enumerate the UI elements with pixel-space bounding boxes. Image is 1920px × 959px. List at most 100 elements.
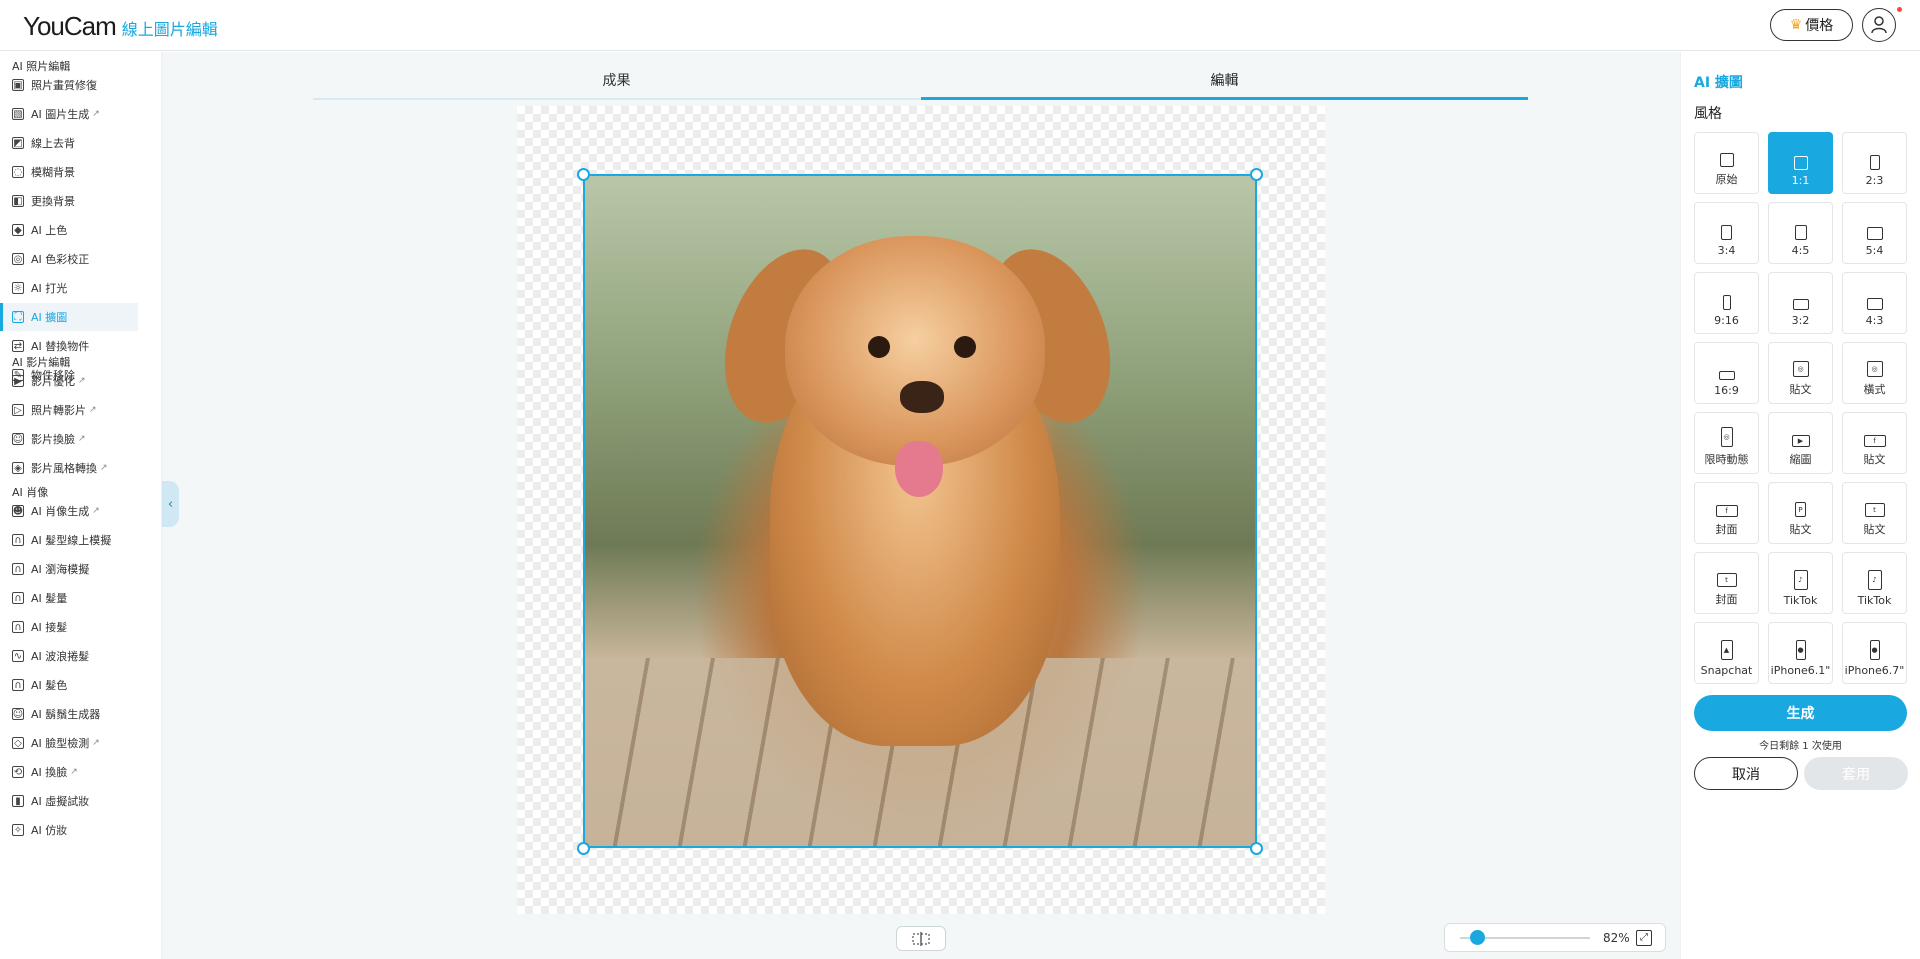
aspect-option[interactable]: t 封面 <box>1694 552 1759 614</box>
aspect-option[interactable]: f 貼文 <box>1842 412 1907 474</box>
aspect-option[interactable]: 2:3 <box>1842 132 1907 194</box>
aspect-option[interactable]: ♪ TikTok <box>1768 552 1833 614</box>
aspect-option[interactable]: ▲ Snapchat <box>1694 622 1759 684</box>
compare-button[interactable] <box>896 926 946 951</box>
sidebar-item[interactable]: ✧ AI 仿妝 <box>0 816 138 844</box>
youtube-icon: ▶ <box>1791 435 1810 447</box>
sidebar-item[interactable]: ◎ AI 色彩校正 <box>0 245 138 273</box>
sidebar-item[interactable]: ∿ AI 波浪捲髮 <box>0 642 138 670</box>
aspect-option-label: 貼文 <box>1789 523 1812 536</box>
aspect-shape-icon <box>1719 153 1734 167</box>
aspect-option-label: 橫式 <box>1863 383 1886 396</box>
sidebar-item[interactable]: ◈ 影片風格轉換 ↗ <box>0 454 138 482</box>
aspect-option[interactable]: 1:1 <box>1768 132 1833 194</box>
ai-image-icon: ▧ <box>12 108 24 120</box>
sidebar-item-label: AI 接髮 <box>31 621 68 634</box>
aspect-option[interactable]: 原始 <box>1694 132 1759 194</box>
collapse-sidebar-button[interactable]: ‹ <box>162 481 179 527</box>
logo-text: YouCam <box>23 11 117 41</box>
sidebar-item[interactable]: ∩ AI 接髮 <box>0 613 138 641</box>
sidebar-item-label: AI 臉型檢測 <box>31 737 90 750</box>
pricing-button[interactable]: ♛ 價格 <box>1770 9 1853 41</box>
sidebar-item[interactable]: ◇ AI 臉型檢測 ↗ <box>0 729 138 757</box>
aspect-option[interactable]: 5:4 <box>1842 202 1907 264</box>
video-style-icon: ◈ <box>12 462 24 474</box>
sidebar-item[interactable]: ◌ 模糊背景 <box>0 158 138 186</box>
aspect-option[interactable]: ● iPhone6.7" <box>1842 622 1907 684</box>
aspect-option[interactable]: 9:16 <box>1694 272 1759 334</box>
sidebar-item[interactable]: ∩ AI 瀏海模擬 <box>0 555 138 583</box>
generate-button[interactable]: 生成 <box>1694 695 1907 731</box>
sidebar-item[interactable]: ☻ AI 肖像生成 ↗ <box>0 497 138 525</box>
aspect-option-label: Snapchat <box>1700 664 1753 677</box>
aspect-option-label: 4:5 <box>1791 244 1810 257</box>
aspect-option[interactable]: 16:9 <box>1694 342 1759 404</box>
sidebar-item-label: AI 髮型線上模擬 <box>31 534 112 547</box>
sidebar-item[interactable]: ☺ AI 鬍鬚生成器 <box>0 700 138 728</box>
aspect-option[interactable]: 3:2 <box>1768 272 1833 334</box>
sidebar-item[interactable]: ▷ 照片轉影片 ↗ <box>0 396 138 424</box>
twitter-icon: t <box>1864 503 1885 517</box>
sidebar-item-label: 模糊背景 <box>31 166 75 179</box>
aspect-option[interactable]: 4:3 <box>1842 272 1907 334</box>
aspect-option[interactable]: 4:5 <box>1768 202 1833 264</box>
sidebar-item[interactable]: ☼ AI 打光 <box>0 274 138 302</box>
aspect-option[interactable]: ◎ 限時動態 <box>1694 412 1759 474</box>
sidebar-item[interactable]: ⟲ AI 換臉 ↗ <box>0 758 138 786</box>
zoom-slider-knob[interactable] <box>1470 930 1485 945</box>
resize-handle-bottom-left[interactable] <box>577 842 590 855</box>
apple-icon: ● <box>1869 640 1880 660</box>
aspect-option[interactable]: ● iPhone6.1" <box>1768 622 1833 684</box>
sidebar-item[interactable]: ☺ 影片換臉 ↗ <box>0 425 138 453</box>
sidebar-item[interactable]: ▶ 影片優化 ↗ <box>0 367 138 395</box>
tab-result[interactable]: 成果 <box>313 62 920 100</box>
sidebar-item-label: AI 打光 <box>31 282 68 295</box>
aspect-shape-icon <box>1721 225 1732 240</box>
sidebar-item[interactable]: ▧ AI 圖片生成 ↗ <box>0 100 138 128</box>
aspect-option[interactable]: t 貼文 <box>1842 482 1907 544</box>
cancel-button[interactable]: 取消 <box>1694 757 1798 790</box>
crown-icon: ♛ <box>1789 17 1803 33</box>
sidebar-item[interactable]: ◧ 更換背景 <box>0 187 138 215</box>
pricing-label: 價格 <box>1805 18 1834 34</box>
aspect-option[interactable]: ◎ 貼文 <box>1768 342 1833 404</box>
sidebar-item[interactable]: ▣ 照片畫質修復 <box>0 71 138 99</box>
sidebar-item[interactable]: ◆ AI 上色 <box>0 216 138 244</box>
account-button[interactable] <box>1862 8 1896 42</box>
tiktok-icon: ♪ <box>1793 570 1808 590</box>
sidebar-item[interactable]: ∩ AI 髮色 <box>0 671 138 699</box>
sidebar-item-label: AI 上色 <box>31 224 68 237</box>
hairstyle-icon: ∩ <box>12 534 24 546</box>
resize-handle-top-left[interactable] <box>577 168 590 181</box>
resize-handle-top-right[interactable] <box>1250 168 1263 181</box>
aspect-option[interactable]: P 貼文 <box>1768 482 1833 544</box>
aspect-shape-icon <box>1722 295 1731 310</box>
aspect-option[interactable]: ◎ 橫式 <box>1842 342 1907 404</box>
sidebar-item[interactable]: ▮ AI 虛擬試妝 <box>0 787 138 815</box>
apply-button[interactable]: 套用 <box>1804 757 1908 790</box>
sidebar-item-label: AI 擴圖 <box>31 311 68 324</box>
logo[interactable]: YouCam 線上圖片編輯 <box>23 11 218 42</box>
tab-edit[interactable]: 編輯 <box>921 62 1528 100</box>
external-link-icon: ↗ <box>92 506 100 516</box>
aspect-option-label: 原始 <box>1715 173 1738 186</box>
sidebar-item-label: AI 瀏海模擬 <box>31 563 90 576</box>
aspect-option[interactable]: ♪ TikTok <box>1842 552 1907 614</box>
sidebar: AI 照片編輯 ▣ 照片畫質修復 ▧ AI 圖片生成 ↗ ◩ 線上去背 ◌ 模糊背景 ◧ 更換背景 ◆ A… <box>0 52 162 959</box>
aspect-option[interactable]: 3:4 <box>1694 202 1759 264</box>
external-link-icon: ↗ <box>92 738 100 748</box>
resize-handle-bottom-right[interactable] <box>1250 842 1263 855</box>
aspect-option[interactable]: f 封面 <box>1694 482 1759 544</box>
fit-screen-icon[interactable]: ⤢ <box>1636 930 1652 946</box>
dog-photo[interactable] <box>583 174 1257 848</box>
panel-title: AI 擴圖 <box>1694 75 1743 91</box>
sidebar-item[interactable]: ◩ 線上去背 <box>0 129 138 157</box>
sidebar-item[interactable]: ∩ AI 髮型線上模擬 <box>0 526 138 554</box>
aspect-option[interactable]: ▶ 縮圖 <box>1768 412 1833 474</box>
sidebar-item[interactable]: ⛶ AI 擴圖 <box>0 303 138 331</box>
sidebar-item[interactable]: ∩ AI 髮量 <box>0 584 138 612</box>
aspect-option-label: 3:4 <box>1717 244 1736 257</box>
light-icon: ☼ <box>12 282 24 294</box>
aspect-option-label: TikTok <box>1783 594 1818 607</box>
apple-icon: ● <box>1795 640 1806 660</box>
